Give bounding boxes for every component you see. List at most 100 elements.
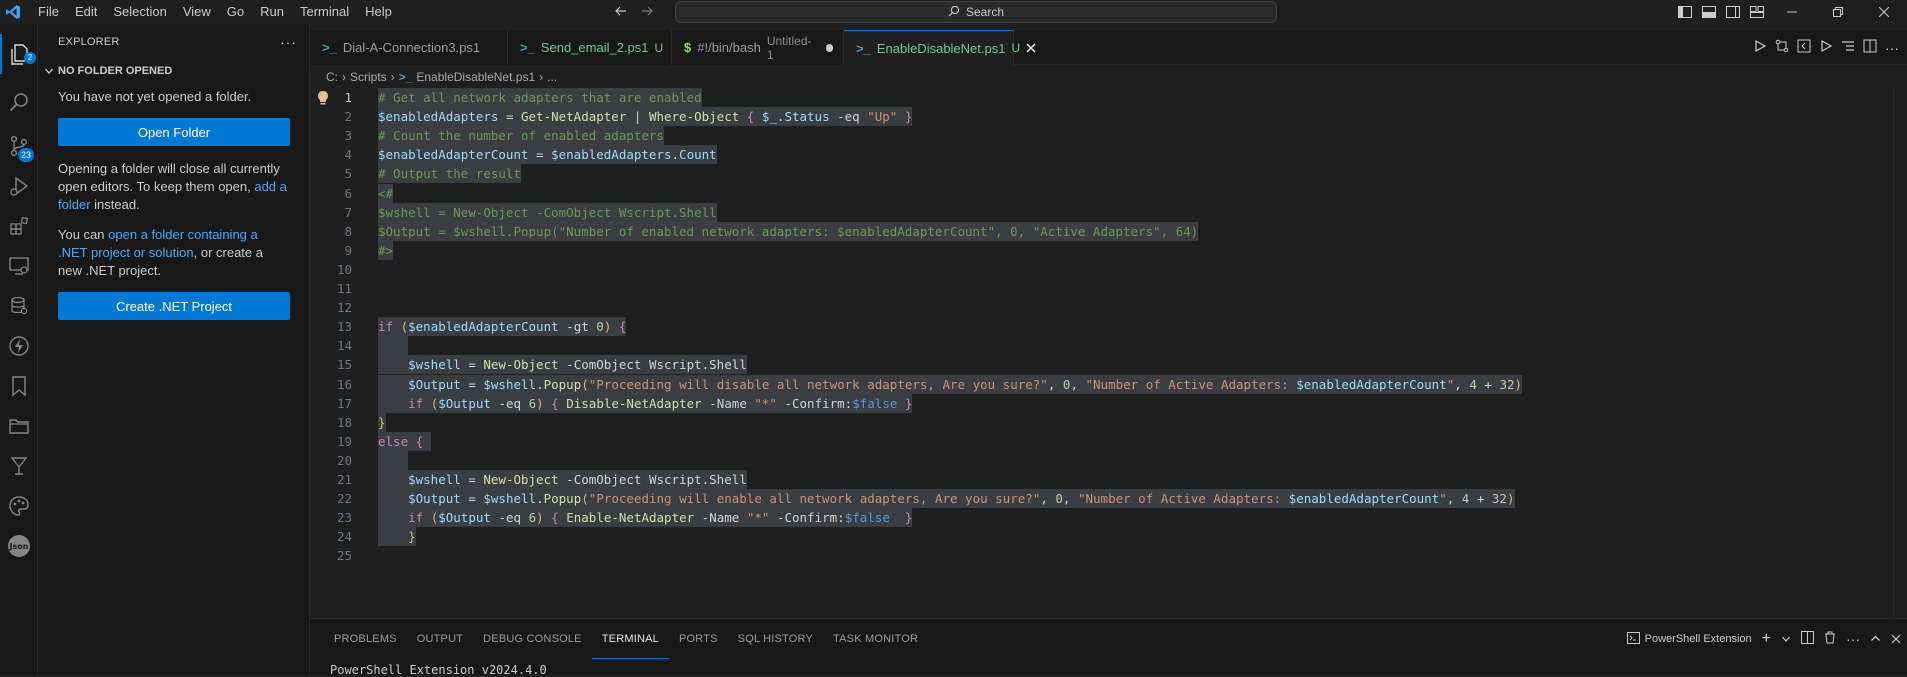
toggle-primary-sidebar-icon[interactable] <box>1673 0 1697 24</box>
extensions-icon[interactable] <box>0 206 38 246</box>
lightning-icon[interactable] <box>0 326 38 366</box>
back-arrow-icon[interactable] <box>614 4 628 21</box>
close-window-icon[interactable] <box>1861 0 1907 24</box>
code-editor[interactable]: 1 # Get all network adapters that are ena… <box>310 88 1907 618</box>
menu-file[interactable]: File <box>30 0 67 24</box>
more-actions-icon[interactable]: ··· <box>280 34 297 50</box>
explorer-icon[interactable]: 2 <box>0 34 38 74</box>
code-line[interactable]: 9 #> <box>310 240 1907 260</box>
run-debug-icon[interactable] <box>0 166 38 206</box>
lightbulb-icon[interactable] <box>317 88 331 107</box>
minimap-scrollbar[interactable] <box>1893 88 1907 618</box>
database-icon[interactable] <box>0 286 38 326</box>
code-line[interactable]: 5 # Output the result <box>310 164 1907 184</box>
command-center-search[interactable]: Search <box>675 1 1277 23</box>
toggle-panel-icon[interactable] <box>1697 0 1721 24</box>
code-line[interactable]: 20 <box>310 450 1907 470</box>
breadcrumb-folder[interactable]: Scripts <box>350 70 387 84</box>
testing-icon[interactable] <box>0 446 38 486</box>
code-line[interactable]: 11 <box>310 279 1907 298</box>
panel-tab-terminal[interactable]: TERMINAL <box>591 619 669 659</box>
line-number: 16 <box>336 376 352 392</box>
code-line[interactable]: 4 $enabledAdapterCount = $enabledAdapters… <box>310 145 1907 165</box>
panel-tab-output[interactable]: OUTPUT <box>407 619 473 659</box>
code-line[interactable]: 15 $wshell = New-Object -ComObject Wscri… <box>310 355 1907 375</box>
panel-tab-problems[interactable]: PROBLEMS <box>324 619 407 659</box>
panel-tab-task-monitor[interactable]: TASK MONITOR <box>823 619 928 659</box>
menu-view[interactable]: View <box>175 0 219 24</box>
close-tab-icon[interactable] <box>1026 41 1036 56</box>
code-line[interactable]: 21 $wshell = New-Object -ComObject Wscri… <box>310 470 1907 489</box>
menu-go[interactable]: Go <box>219 0 252 24</box>
breadcrumb-drive[interactable]: C: <box>326 70 338 84</box>
forward-arrow-icon[interactable] <box>640 4 654 21</box>
bookmark-icon[interactable] <box>0 366 38 406</box>
menu-terminal[interactable]: Terminal <box>292 0 357 24</box>
folder-manager-icon[interactable] <box>0 406 38 446</box>
code-line[interactable]: 1 # Get all network adapters that are ena… <box>310 88 1907 107</box>
breadcrumb-file[interactable]: EnableDisableNet.ps1 <box>416 70 535 84</box>
new-terminal-icon[interactable]: + <box>1762 630 1771 648</box>
code-line[interactable]: 8 $Output = $wshell.Popup("Number of enab… <box>310 221 1907 241</box>
minimize-icon[interactable] <box>1769 0 1815 24</box>
tab-untitled-bash[interactable]: $ #!/bin/bash Untitled-1 <box>672 30 844 65</box>
code-line[interactable]: 23 if ($Output -eq 6) { Enable-NetAdapte… <box>310 508 1907 528</box>
panel-tab-debug-console[interactable]: DEBUG CONSOLE <box>473 619 592 659</box>
more-editor-actions-icon[interactable]: ··· <box>1885 40 1899 56</box>
menu-help[interactable]: Help <box>357 0 400 24</box>
unsaved-dot-icon[interactable] <box>825 43 833 52</box>
terminal-selector[interactable]: PowerShell Extension <box>1626 631 1752 647</box>
panel-tab-sql-history[interactable]: SQL HISTORY <box>728 619 823 659</box>
breadcrumb-more[interactable]: ... <box>547 70 557 84</box>
create-dotnet-project-button[interactable]: Create .NET Project <box>58 292 290 320</box>
close-panel-icon[interactable] <box>1891 632 1901 647</box>
source-control-icon[interactable]: 23 <box>0 126 38 166</box>
code-line[interactable]: 6 <# <box>310 183 1907 203</box>
code-line[interactable]: 18} <box>310 412 1907 432</box>
run-file-icon[interactable] <box>1819 39 1833 56</box>
outline-icon[interactable] <box>1841 39 1855 56</box>
menu-selection[interactable]: Selection <box>105 0 174 24</box>
line-number: 9 <box>344 242 352 258</box>
toggle-secondary-sidebar-icon[interactable] <box>1721 0 1745 24</box>
palette-icon[interactable] <box>0 486 38 526</box>
panel-tab-ports[interactable]: PORTS <box>669 619 728 659</box>
maximize-panel-icon[interactable] <box>1870 632 1881 647</box>
chevron-down-icon[interactable] <box>1781 632 1791 647</box>
menu-edit[interactable]: Edit <box>67 0 105 24</box>
tab-enable-disable-net[interactable]: >_ EnableDisableNet.ps1 U <box>844 30 1036 65</box>
code-line[interactable]: 10 <box>310 260 1907 279</box>
code-line[interactable]: 19 else { <box>310 431 1907 451</box>
code-token: = <box>460 472 484 487</box>
more-panel-actions-icon[interactable]: ··· <box>1846 631 1860 647</box>
run-icon[interactable] <box>1753 39 1767 56</box>
open-folder-button[interactable]: Open Folder <box>58 118 290 146</box>
menu-run[interactable]: Run <box>252 0 292 24</box>
customize-layout-icon[interactable] <box>1745 0 1769 24</box>
code-line[interactable]: 13 if ($enabledAdapterCount -gt 0) { <box>310 317 1907 337</box>
restore-icon[interactable] <box>1815 0 1861 24</box>
remote-explorer-icon[interactable] <box>0 246 38 286</box>
split-terminal-icon[interactable] <box>1801 631 1814 647</box>
split-editor-icon[interactable] <box>1863 39 1877 56</box>
open-changes-icon[interactable] <box>1797 39 1811 56</box>
code-line[interactable]: 2 $enabledAdapters = Get-NetAdapter | Whe… <box>310 107 1907 127</box>
code-line[interactable]: 3 # Count the number of enabled adapters <box>310 126 1907 146</box>
no-folder-section-header[interactable]: NO FOLDER OPENED <box>38 60 309 82</box>
search-view-icon[interactable] <box>0 82 38 122</box>
line-number: 24 <box>336 529 352 545</box>
code-line[interactable]: 22 $Output = $wshell.Popup("Proceeding w… <box>310 489 1907 509</box>
tab-dial-a-connection[interactable]: >_ Dial-A-Connection3.ps1 <box>310 30 508 65</box>
code-line[interactable]: 16 $Output = $wshell.Popup("Proceeding w… <box>310 374 1907 394</box>
trash-icon[interactable] <box>1824 631 1836 647</box>
code-line[interactable]: 24 } <box>310 527 1907 547</box>
code-line[interactable]: 17 if ($Output -eq 6) { Disable-NetAdapt… <box>310 393 1907 413</box>
code-line[interactable]: 7 $wshell = New-Object -ComObject Wscript… <box>310 202 1907 222</box>
code-line[interactable]: 14 <box>310 336 1907 356</box>
code-token: ) <box>536 510 544 526</box>
compare-icon[interactable] <box>1775 39 1789 56</box>
code-line[interactable]: 25 <box>310 546 1907 565</box>
code-line[interactable]: 12 <box>310 298 1907 317</box>
json-icon[interactable]: Json <box>0 526 38 566</box>
tab-send-email[interactable]: >_ Send_email_2.ps1 U <box>508 30 672 65</box>
